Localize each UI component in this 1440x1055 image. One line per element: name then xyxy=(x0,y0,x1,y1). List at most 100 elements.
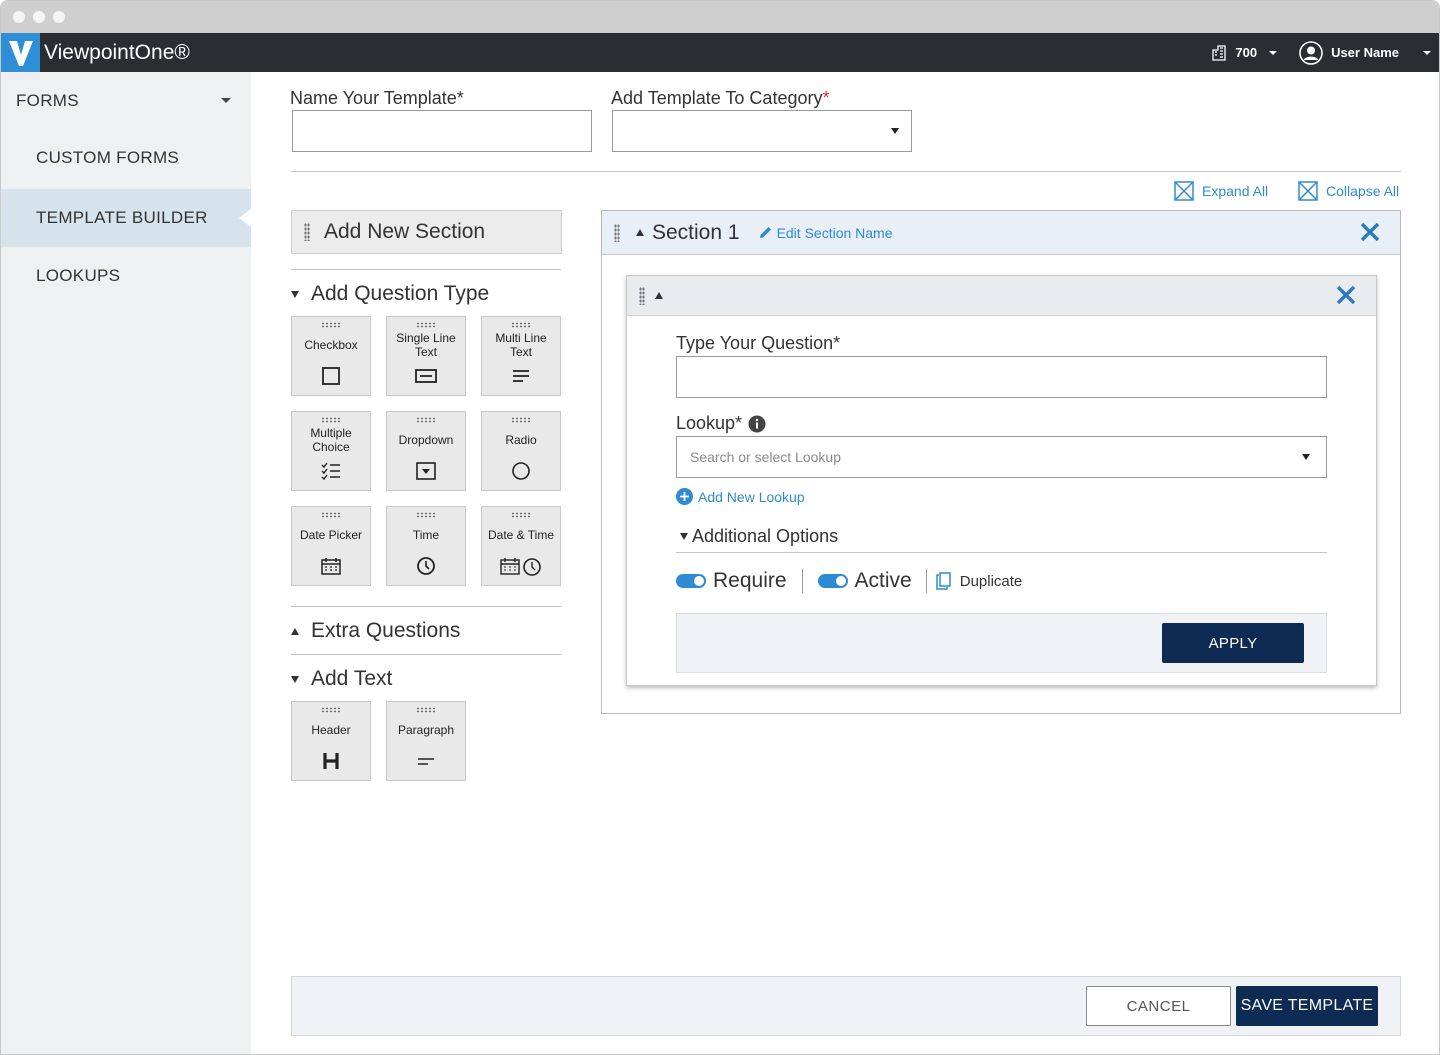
close-section-icon[interactable] xyxy=(1360,218,1380,248)
apply-button[interactable]: APPLY xyxy=(1162,623,1304,663)
save-template-button[interactable]: SAVE TEMPLATE xyxy=(1236,986,1378,1026)
add-question-type-toggle[interactable]: Add Question Type xyxy=(291,282,489,306)
tile-label: Checkbox xyxy=(304,338,358,352)
window-minimize-dot[interactable] xyxy=(33,11,45,23)
collapse-question-icon[interactable] xyxy=(655,292,663,299)
window-close-dot[interactable] xyxy=(13,11,25,23)
collapse-triangle-icon xyxy=(291,290,299,298)
divider xyxy=(291,606,561,607)
add-new-lookup-link[interactable]: Add New Lookup xyxy=(676,488,805,505)
sidebar-item-label: CUSTOM FORMS xyxy=(36,148,180,167)
viewpoint-logo-icon[interactable] xyxy=(1,33,40,72)
question-type-radio[interactable]: Radio xyxy=(481,411,561,491)
main-content: Name Your Template* Add Template To Cate… xyxy=(251,72,1439,1054)
lookup-label-text: Lookup* xyxy=(676,413,743,433)
divider xyxy=(291,654,561,655)
options-row: Require Active Duplicate xyxy=(676,569,1022,593)
add-text-toggle[interactable]: Add Text xyxy=(291,667,392,691)
plus-circle-icon xyxy=(676,488,693,505)
tile-label: Time xyxy=(412,528,440,542)
user-avatar-icon xyxy=(1299,40,1323,65)
drag-handle-icon[interactable] xyxy=(614,223,620,242)
tile-label: Date Picker xyxy=(299,528,363,542)
tile-label: Header xyxy=(311,723,351,737)
tile-label: Multiple Choice xyxy=(310,426,352,454)
info-icon[interactable] xyxy=(748,415,766,433)
question-label: Type Your Question* xyxy=(676,333,841,353)
edit-section-name-label: Edit Section Name xyxy=(776,224,893,241)
building-icon xyxy=(1212,44,1227,61)
company-code: 700 xyxy=(1235,45,1258,60)
question-input[interactable] xyxy=(676,356,1327,398)
sidebar-header-label: FORMS xyxy=(16,90,79,110)
active-toggle[interactable] xyxy=(817,574,848,588)
collapse-all-label: Collapse All xyxy=(1326,183,1400,199)
cancel-button[interactable]: CANCEL xyxy=(1086,986,1231,1026)
category-select[interactable] xyxy=(612,110,912,152)
sidebar-item-lookups[interactable]: LOOKUPS xyxy=(1,247,251,305)
expand-all-link[interactable]: Expand All xyxy=(1174,181,1268,201)
collapse-triangle-icon xyxy=(291,675,299,683)
additional-options-toggle[interactable]: Additional Options xyxy=(680,526,838,547)
user-menu[interactable]: User Name xyxy=(1299,40,1431,65)
collapse-all-link[interactable]: Collapse All xyxy=(1298,181,1399,201)
dropdown-icon xyxy=(416,461,436,481)
additional-options-title: Additional Options xyxy=(692,526,839,546)
text-type-paragraph[interactable]: Paragraph xyxy=(386,701,466,781)
text-type-header[interactable]: Header xyxy=(291,701,371,781)
sidebar-item-label: LOOKUPS xyxy=(36,266,121,285)
question-type-multi-line-text[interactable]: Multi Line Text xyxy=(481,316,561,396)
apply-label: APPLY xyxy=(1208,634,1258,652)
require-toggle[interactable] xyxy=(676,574,706,588)
category-label-text: Add Template To Category xyxy=(611,88,823,108)
copy-icon xyxy=(935,572,951,590)
sidebar-item-template-builder[interactable]: TEMPLATE BUILDER xyxy=(1,189,251,247)
require-label: Require xyxy=(713,569,787,592)
tile-label: Multi Line Text xyxy=(495,331,547,359)
sidebar: FORMS CUSTOM FORMS TEMPLATE BUILDER LOOK… xyxy=(1,72,251,1054)
tile-label: Single Line Text xyxy=(396,331,456,359)
lookup-select[interactable]: Search or select Lookup xyxy=(676,436,1327,478)
pencil-icon xyxy=(759,227,771,238)
extra-questions-toggle[interactable]: Extra Questions xyxy=(291,619,460,643)
sidebar-forms-header[interactable]: FORMS xyxy=(1,72,251,129)
question-type-checkbox[interactable]: Checkbox xyxy=(291,316,371,396)
lookup-label: Lookup* xyxy=(676,413,766,434)
radio-icon xyxy=(511,461,531,481)
separator xyxy=(925,569,927,593)
save-template-label: SAVE TEMPLATE xyxy=(1240,997,1374,1014)
dropdown-caret-icon xyxy=(891,128,899,134)
window-maximize-dot[interactable] xyxy=(53,11,65,23)
question-type-single-line-text[interactable]: Single Line Text xyxy=(386,316,466,396)
template-name-input[interactable] xyxy=(292,110,592,152)
chevron-down-icon xyxy=(221,98,231,103)
question-type-date-time[interactable]: Date & Time xyxy=(481,506,561,586)
sidebar-item-label: TEMPLATE BUILDER xyxy=(36,208,208,227)
question-type-date-picker[interactable]: Date Picker xyxy=(291,506,371,586)
question-card: Type Your Question* Lookup* Search or se… xyxy=(626,275,1377,686)
question-type-time[interactable]: Time xyxy=(386,506,466,586)
question-type-dropdown[interactable]: Dropdown xyxy=(386,411,466,491)
close-question-icon[interactable] xyxy=(1336,281,1356,311)
app-window: ViewpointOne® 700 User Name FORMS CUSTOM… xyxy=(0,0,1440,1055)
collapse-section-icon[interactable] xyxy=(636,229,644,236)
question-card-header xyxy=(627,276,1376,316)
extra-questions-title: Extra Questions xyxy=(311,619,461,642)
collapse-triangle-icon xyxy=(680,533,688,540)
drag-handle-icon[interactable] xyxy=(639,286,645,305)
sidebar-item-custom-forms[interactable]: CUSTOM FORMS xyxy=(1,129,251,187)
company-selector[interactable]: 700 xyxy=(1211,44,1278,61)
header-icon xyxy=(323,751,339,771)
category-label: Add Template To Category* xyxy=(611,88,829,109)
duplicate-button[interactable]: Duplicate xyxy=(935,572,1022,590)
footer-bar: CANCEL SAVE TEMPLATE xyxy=(291,976,1401,1036)
divider xyxy=(291,171,1401,172)
add-new-section-button[interactable]: Add New Section xyxy=(291,210,562,254)
question-type-multiple-choice[interactable]: Multiple Choice xyxy=(291,411,371,491)
template-name-label: Name Your Template* xyxy=(290,88,464,108)
add-new-section-label: Add New Section xyxy=(324,220,486,243)
expand-all-icon xyxy=(1174,181,1194,201)
cancel-label: CANCEL xyxy=(1126,997,1191,1015)
clock-icon xyxy=(416,556,436,576)
edit-section-name-link[interactable]: Edit Section Name xyxy=(758,225,893,241)
